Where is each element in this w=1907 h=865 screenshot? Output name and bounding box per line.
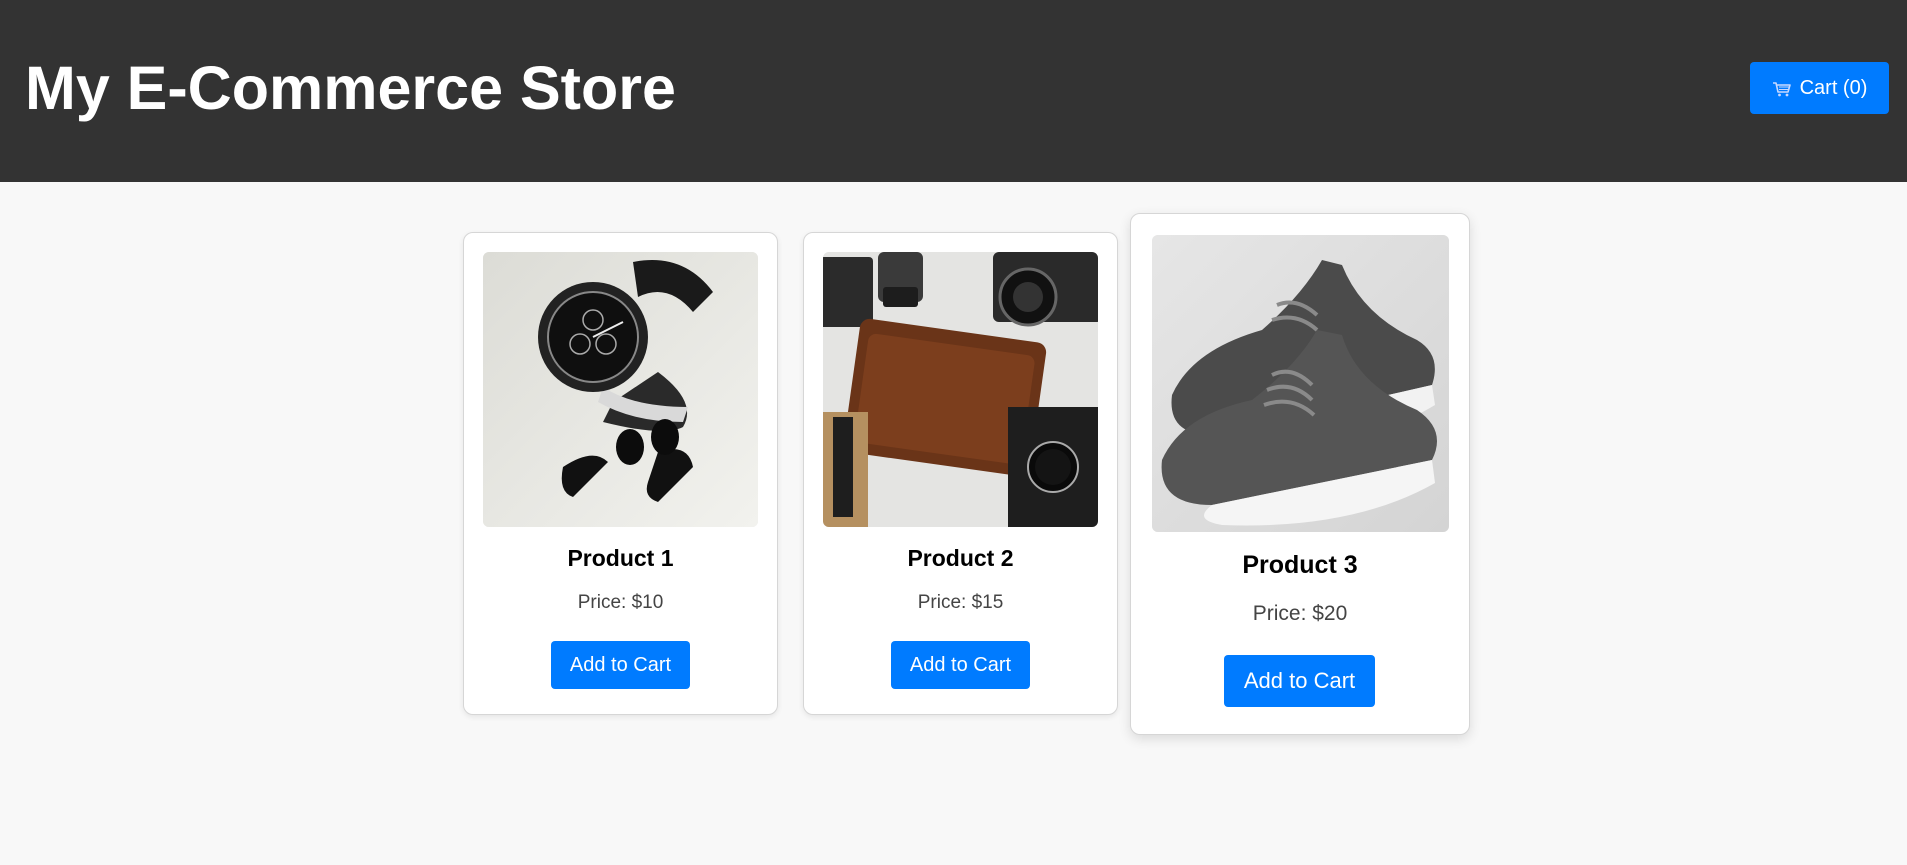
cart-button[interactable]: Cart (0) [1750, 62, 1889, 114]
product-name: Product 3 [1242, 551, 1358, 579]
product-name: Product 1 [567, 545, 674, 571]
wallet-camera-accessories-image [823, 252, 1098, 527]
product-price: Price: $15 [917, 592, 1004, 613]
product-card: Product 3 Price: $20 Add to Cart [1130, 213, 1470, 735]
watch-and-earbuds-image [483, 252, 758, 527]
cart-label: Cart (0) [1799, 76, 1868, 99]
product-name: Product 2 [907, 545, 1014, 571]
gray-sneakers-image [1152, 235, 1449, 532]
shopping-cart-icon [1772, 80, 1792, 97]
product-card: Product 1 Price: $10 Add to Cart [463, 232, 778, 715]
product-price: Price: $20 [1252, 602, 1348, 625]
product-card: Product 2 Price: $15 Add to Cart [803, 232, 1118, 715]
add-to-cart-button[interactable]: Add to Cart [1224, 655, 1375, 707]
site-header: My E-Commerce Store Cart (0) [0, 0, 1907, 182]
product-price: Price: $10 [577, 592, 664, 613]
add-to-cart-button[interactable]: Add to Cart [891, 641, 1030, 689]
add-to-cart-button[interactable]: Add to Cart [551, 641, 690, 689]
store-title: My E-Commerce Store [25, 54, 676, 122]
